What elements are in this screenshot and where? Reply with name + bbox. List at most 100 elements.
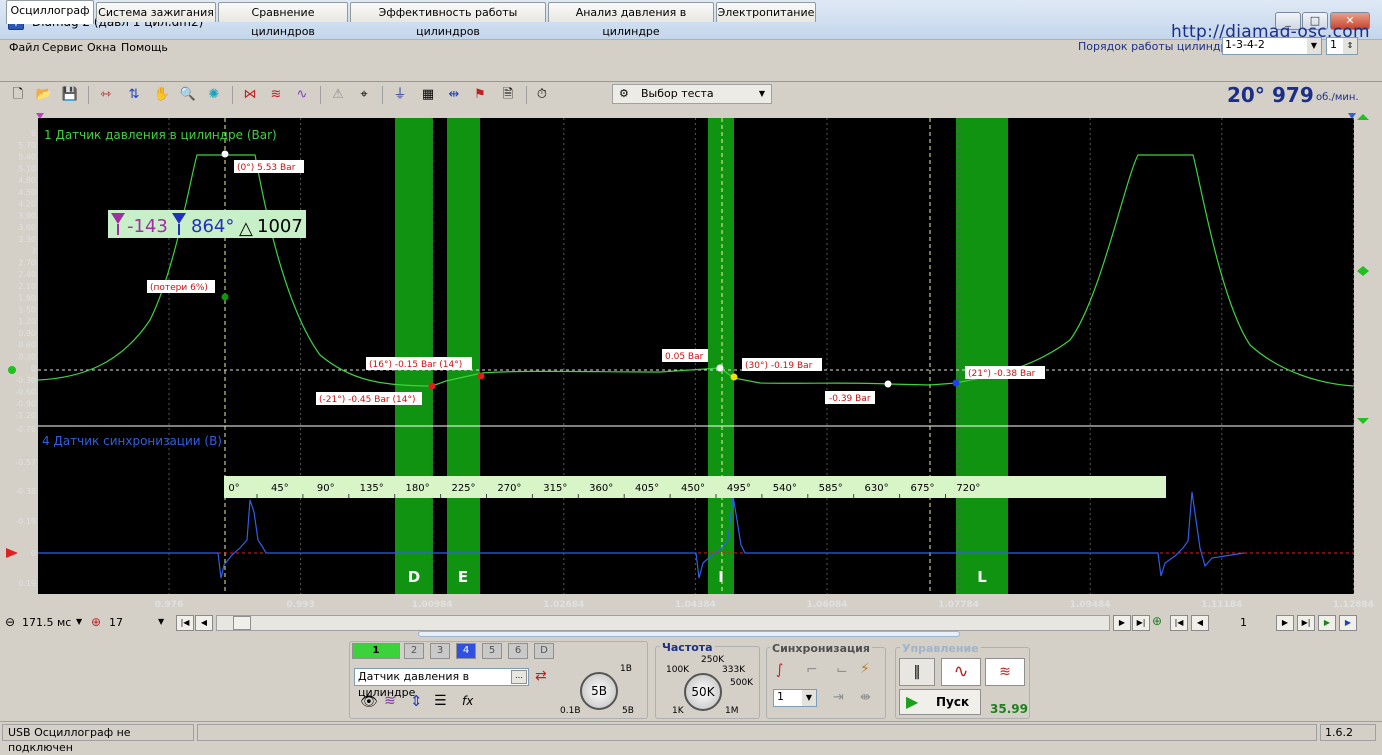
degree-tick-label: 495° xyxy=(727,483,751,494)
panel-splitter[interactable] xyxy=(418,631,960,637)
next-button[interactable]: ▶ xyxy=(1113,615,1131,631)
tab-cylinder-compare[interactable]: Сравнение цилиндров xyxy=(218,2,348,38)
timebase-value[interactable]: 171.5 мс xyxy=(22,616,71,629)
tab-ignition[interactable]: Система зажигания xyxy=(96,2,216,22)
rising-edge-icon[interactable]: ∫ xyxy=(776,662,783,678)
sync-channel-value: 1 xyxy=(777,690,784,703)
first-frame-button[interactable]: |◀ xyxy=(176,615,194,631)
play-button[interactable]: ▶ xyxy=(1318,615,1336,631)
ch1-tick-label: 3 xyxy=(31,247,36,256)
next-page-button[interactable]: ▶ xyxy=(1276,615,1294,631)
cylinder-select[interactable]: 1 ⇕ xyxy=(1326,37,1358,55)
sync-shift-icon[interactable]: ⇥ xyxy=(833,690,844,705)
degree-tick-label: 135° xyxy=(360,483,384,494)
pause-button[interactable]: ‖ xyxy=(899,658,935,686)
marker-flag-icon[interactable]: ⚑ xyxy=(470,85,490,105)
channel-button-1[interactable]: 1 xyxy=(352,643,400,659)
last-page-button[interactable]: ▶| xyxy=(1297,615,1315,631)
function-icon[interactable]: fx xyxy=(462,694,473,708)
last-button[interactable]: ▶| xyxy=(1132,615,1150,631)
sensor-settings-icon[interactable]: ⇄ xyxy=(535,668,547,684)
channel-button-3[interactable]: 3 xyxy=(430,643,450,659)
new-file-icon[interactable]: 🗋 xyxy=(8,85,28,105)
step-up-icon[interactable]: ⌐ xyxy=(806,662,818,678)
frequency-knob[interactable]: 50K xyxy=(684,673,722,711)
degree-tick-label: 630° xyxy=(865,483,889,494)
sync-center-icon[interactable]: ⇼ xyxy=(860,690,871,705)
toolbar-separator xyxy=(382,86,383,104)
channel-button-2[interactable]: 2 xyxy=(404,643,424,659)
overlay-icon[interactable]: ∿ xyxy=(292,85,312,105)
channel-button-5[interactable]: 5 xyxy=(482,643,502,659)
play-fast-button[interactable]: ▶ xyxy=(1339,615,1357,631)
tab-pressure-analysis[interactable]: Анализ давления в цилиндре xyxy=(548,2,714,38)
ch1-tick-label: 3.90 xyxy=(18,211,36,220)
cylinder-value: 1 xyxy=(1330,38,1337,51)
marker-i xyxy=(716,364,724,372)
test-select[interactable]: ⚙ Выбор теста ▼ xyxy=(612,84,772,104)
tab-power[interactable]: Электропитание xyxy=(716,2,816,22)
volt-knob[interactable]: 5B xyxy=(580,672,618,710)
auto-sync-icon[interactable]: ⚡ xyxy=(860,661,870,677)
scroll-track[interactable] xyxy=(216,615,1110,631)
table-icon[interactable]: ▦ xyxy=(418,85,438,105)
chevron-down-icon[interactable]: ▼ xyxy=(76,617,82,626)
channel-button-4[interactable]: 4 xyxy=(456,643,476,659)
document-icon[interactable]: 🗎 xyxy=(498,85,518,105)
single-wave-button[interactable]: ∿ xyxy=(941,658,981,686)
tab-oscilloscope[interactable]: Осциллограф xyxy=(6,0,94,24)
step-down-icon[interactable]: ⌙ xyxy=(836,662,848,678)
ch1-tick-label: -0.60 xyxy=(15,388,36,397)
lines-icon[interactable]: ☰ xyxy=(434,693,447,709)
tab-cylinder-efficiency[interactable]: Эффективность работы цилиндров xyxy=(350,2,546,38)
filter-icon[interactable]: ⋈ xyxy=(240,85,260,105)
scale-icon[interactable]: ⇕ xyxy=(410,692,423,710)
multi-wave-button[interactable]: ≋ xyxy=(985,658,1025,686)
start-button[interactable]: ▶ Пуск xyxy=(899,689,981,715)
first-page-button[interactable]: |◀ xyxy=(1170,615,1188,631)
cursor-vertical-icon[interactable]: ⇅ xyxy=(124,85,144,105)
menu-service[interactable]: Сервис xyxy=(42,41,83,54)
marker-k xyxy=(884,380,892,388)
sync-channel-select[interactable]: 1 ▼ xyxy=(773,689,817,707)
zoom-out-icon[interactable]: ⊖ xyxy=(5,615,15,629)
cursor-horizontal-icon[interactable]: ⇿ xyxy=(96,85,116,105)
split-icon[interactable]: ⇹ xyxy=(444,85,464,105)
hand-icon[interactable]: ✋ xyxy=(152,85,172,105)
open-folder-icon[interactable]: 📂 xyxy=(34,85,54,105)
frames-value[interactable]: 17 xyxy=(109,616,123,629)
auto-trigger-icon[interactable]: ⚠ xyxy=(328,85,348,105)
save-icon[interactable]: 💾 xyxy=(60,85,80,105)
channel-button-d[interactable]: D xyxy=(534,643,554,659)
auto-measure-icon[interactable]: ⏱ xyxy=(532,85,552,105)
firing-order-select[interactable]: 1-3-4-2 ▼ xyxy=(1222,37,1322,55)
menu-windows[interactable]: Окна xyxy=(87,41,116,54)
sensor-select[interactable]: Датчик давления в цилиндре … xyxy=(354,668,529,699)
oscilloscope-view[interactable]: 6 5.70 5.40 5.10 4.80 4.50 4.20 3.90 3.60 3.30 3 2.… xyxy=(0,110,1382,613)
spinner-icon: ⇕ xyxy=(1343,38,1357,54)
degree-tick-label: 675° xyxy=(910,483,934,494)
pick-icon[interactable]: ✺ xyxy=(204,85,224,105)
wave-icon[interactable]: ≋ xyxy=(266,85,286,105)
ch4-tick-label: -0.19 xyxy=(15,517,36,526)
degree-tick-label: 540° xyxy=(773,483,797,494)
filter-channel-icon[interactable]: ⏚ xyxy=(390,85,410,105)
chevron-down-icon[interactable]: ▼ xyxy=(158,617,164,626)
menu-help[interactable]: Помощь xyxy=(121,41,168,54)
zero-icon[interactable]: ⌖ xyxy=(354,85,374,105)
prev-page-button[interactable]: ◀ xyxy=(1191,615,1209,631)
zoom-in-icon[interactable]: ⊕ xyxy=(91,615,101,629)
degree-tick-label: 450° xyxy=(681,483,705,494)
channel-button-6[interactable]: 6 xyxy=(508,643,528,659)
menu-file[interactable]: Файл xyxy=(9,41,39,54)
prev-frame-button[interactable]: ◀ xyxy=(195,615,213,631)
add-frame-icon[interactable]: ⊕ xyxy=(1152,614,1162,628)
zoom-icon[interactable]: 🔍 xyxy=(178,85,198,105)
ch1-tick-label: 5.70 xyxy=(18,141,36,150)
marker-l xyxy=(952,379,960,387)
degree-tick-label: 405° xyxy=(635,483,659,494)
scroll-thumb[interactable] xyxy=(233,616,251,630)
annotation-loss: (потери 6%) xyxy=(150,283,208,293)
eye-icon[interactable]: 👁 xyxy=(360,694,378,710)
wave-filter-icon[interactable]: ≋ xyxy=(384,693,396,709)
